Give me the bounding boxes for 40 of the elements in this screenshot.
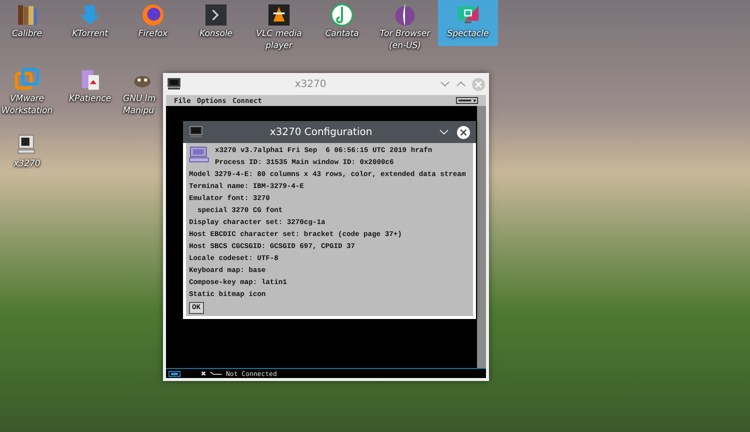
connector-icon — [210, 371, 222, 376]
icon-label: Firefox — [137, 28, 169, 40]
icon-label: KPatience — [68, 93, 112, 105]
computer-icon — [167, 78, 181, 90]
icon-label: Tor Browser (en-US) — [378, 28, 432, 52]
icon-label: Spectacle — [446, 28, 490, 40]
keypad-icon[interactable] — [456, 97, 478, 104]
scrollbar[interactable] — [477, 106, 486, 368]
computer-icon — [189, 126, 203, 138]
close-icon[interactable] — [457, 126, 470, 138]
icon-label: VLC media player — [255, 28, 303, 52]
traffic-cone-icon — [266, 2, 292, 28]
desktop-icon[interactable]: VLC media player — [249, 0, 309, 64]
computer-icon — [189, 146, 209, 163]
icon-label: Konsole — [198, 28, 234, 40]
icon-label: Cantata — [324, 28, 360, 40]
desktop-icon[interactable]: Cantata — [312, 0, 372, 64]
x-mark-icon — [201, 371, 206, 376]
icon-label: x3270 — [12, 158, 42, 170]
globe-icon — [140, 2, 166, 28]
desktop-icon[interactable]: Calibre — [0, 0, 57, 64]
icon-label: KTorrent — [71, 28, 110, 40]
terminal-icon — [203, 2, 229, 28]
squares-icon — [14, 67, 40, 93]
minimize-icon[interactable] — [439, 127, 449, 137]
minimize-icon[interactable] — [440, 79, 450, 89]
desktop-icon[interactable]: x3270 — [0, 130, 57, 176]
desktop-icon[interactable]: KTorrent — [60, 0, 120, 64]
desktop-icon[interactable]: KPatience — [60, 65, 120, 111]
music-note-icon — [329, 2, 355, 28]
icon-label: Calibre — [11, 28, 43, 40]
maximize-icon[interactable] — [456, 79, 466, 89]
desktop-icon[interactable]: Tor Browser (en-US) — [375, 0, 435, 64]
desktop-icon[interactable]: Firefox — [123, 0, 183, 64]
dialog-title: x3270 Configuration — [268, 126, 374, 138]
desktop-icon[interactable]: Spectacle — [438, 0, 498, 46]
desktop-icon[interactable]: Konsole — [186, 0, 246, 64]
logo-icon — [168, 370, 181, 376]
window-title: x3270 — [294, 78, 328, 90]
icon-label: GNU Im Manipu — [123, 93, 157, 117]
